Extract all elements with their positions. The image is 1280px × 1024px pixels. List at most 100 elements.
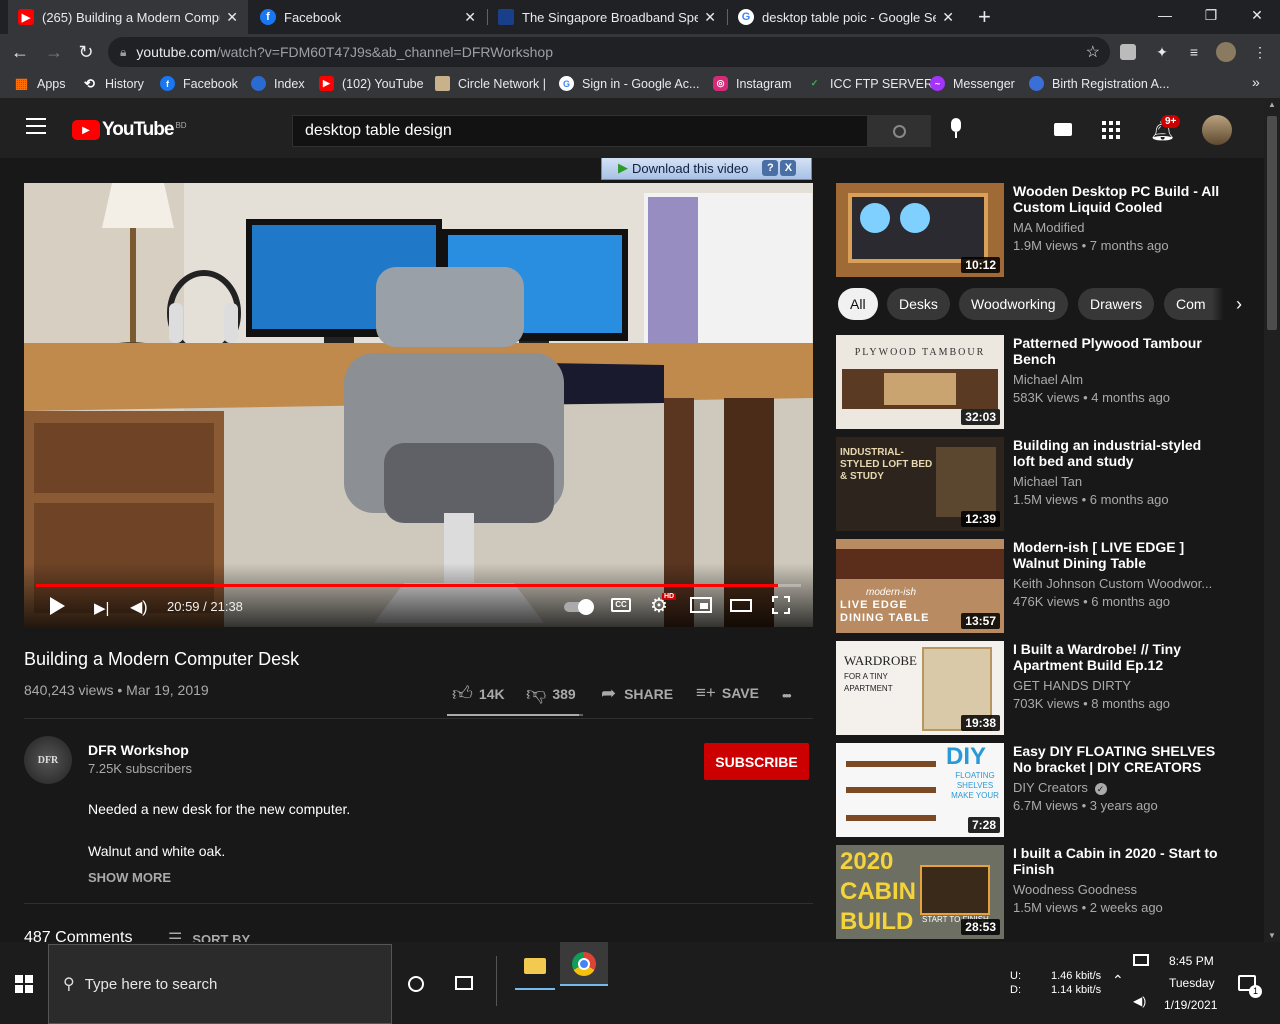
theater-mode-icon[interactable] xyxy=(730,599,752,612)
tab-close-icon[interactable]: ✕ xyxy=(942,9,954,26)
bookmark-instagram[interactable]: ◎ Instagram xyxy=(713,76,792,91)
more-actions-button[interactable]: ••• xyxy=(782,688,792,703)
bookmark-icc-ftp[interactable]: ✓ ICC FTP SERVER xyxy=(807,76,933,91)
network-icon[interactable] xyxy=(1133,954,1149,966)
bookmark-google-signin[interactable]: G Sign in - Google Ac... xyxy=(559,76,699,91)
recommendation-channel[interactable]: Michael Tan xyxy=(1013,474,1082,489)
search-input[interactable]: desktop table design xyxy=(292,115,868,147)
video-thumbnail[interactable]: 2020 CABIN BUILD START TO FINISH 28:53 xyxy=(836,845,1004,939)
bookmark-birth-registration[interactable]: Birth Registration A... xyxy=(1029,76,1169,91)
recommendation-title[interactable]: Building an industrial-styled loft bed a… xyxy=(1013,437,1223,469)
subscribe-button[interactable]: SUBSCRIBE xyxy=(704,743,809,780)
chip-woodworking[interactable]: Woodworking xyxy=(959,288,1068,320)
video-thumbnail[interactable]: 10:12 xyxy=(836,183,1004,277)
tab-google-search[interactable]: G desktop table poic - Google Sear ✕ xyxy=(728,0,964,34)
recommendation-item[interactable]: INDUSTRIAL-STYLED LOFT BED & STUDY 12:39… xyxy=(836,437,1246,533)
recommendation-channel[interactable]: MA Modified xyxy=(1013,220,1085,235)
search-button[interactable] xyxy=(867,115,931,147)
hamburger-menu-icon[interactable] xyxy=(26,118,46,134)
download-help-button[interactable]: ? xyxy=(762,160,779,176)
file-explorer-taskbar-button[interactable] xyxy=(515,946,555,990)
captions-icon[interactable]: CC xyxy=(611,598,631,612)
tab-singapore-broadband[interactable]: The Singapore Broadband Speed ✕ xyxy=(488,0,726,34)
recommendation-item[interactable]: PLYWOOD TAMBOUR 32:03 Patterned Plywood … xyxy=(836,335,1246,431)
video-thumbnail[interactable]: INDUSTRIAL-STYLED LOFT BED & STUDY 12:39 xyxy=(836,437,1004,531)
recommendation-title[interactable]: Wooden Desktop PC Build - All Custom Liq… xyxy=(1013,183,1223,215)
account-avatar[interactable] xyxy=(1202,115,1232,145)
bookmark-facebook[interactable]: f Facebook xyxy=(160,76,238,91)
puzzle-extensions-icon[interactable]: ✦ xyxy=(1152,42,1172,62)
window-close-icon[interactable]: ✕ xyxy=(1234,0,1280,30)
new-tab-button[interactable]: + xyxy=(978,4,991,30)
channel-avatar[interactable]: DFR xyxy=(24,736,72,784)
recommendation-item[interactable]: WARDROBE FOR A TINY APARTMENT 19:38 I Bu… xyxy=(836,641,1246,737)
recommendation-channel[interactable]: Woodness Goodness xyxy=(1013,882,1137,897)
microphone-icon[interactable] xyxy=(948,118,964,140)
sort-comments-button[interactable]: ☰ SORT BY xyxy=(168,929,250,942)
chrome-taskbar-button[interactable] xyxy=(560,942,608,986)
next-video-icon[interactable]: ▶| xyxy=(94,599,109,617)
youtube-logo[interactable]: ▶ YouTube BD xyxy=(72,119,187,141)
bookmark-messenger[interactable]: ~ Messenger xyxy=(930,76,1015,91)
bookmark-index[interactable]: Index xyxy=(251,76,305,91)
windows-start-icon[interactable] xyxy=(15,975,33,993)
task-view-icon[interactable] xyxy=(455,976,473,990)
recommendation-channel[interactable]: GET HANDS DIRTY xyxy=(1013,678,1131,693)
tab-facebook[interactable]: f Facebook ✕ xyxy=(250,0,486,34)
create-video-icon[interactable] xyxy=(1054,123,1072,136)
clock-date[interactable]: 1/19/2021 xyxy=(1164,998,1217,1012)
bookmarks-overflow-button[interactable]: » xyxy=(1252,74,1260,90)
apps-grid-icon[interactable] xyxy=(1102,121,1120,139)
download-video-bar[interactable]: ▶ Download this video ? X xyxy=(601,158,812,180)
clock-day[interactable]: Tuesday xyxy=(1169,976,1215,990)
chips-next-arrow-icon[interactable]: › xyxy=(1212,288,1242,320)
video-player[interactable]: ▶| ◀) 20:59 / 21:38 CC ⚙ HD xyxy=(24,183,813,627)
cortana-icon[interactable] xyxy=(408,976,424,992)
recommendation-title[interactable]: I Built a Wardrobe! // Tiny Apartment Bu… xyxy=(1013,641,1223,673)
recommendation-item[interactable]: DIY FLOATING SHELVES MAKE YOUR 7:28 Easy… xyxy=(836,743,1246,839)
share-button[interactable]: ➦ SHARE xyxy=(601,683,673,704)
volume-icon[interactable]: ◀) xyxy=(130,597,148,617)
tab-close-icon[interactable]: ✕ xyxy=(226,9,238,26)
recommendation-title[interactable]: Patterned Plywood Tambour Bench xyxy=(1013,335,1223,367)
taskbar-search-box[interactable]: ⚲ Type here to search xyxy=(48,944,392,1024)
address-bar[interactable]: 🔒︎ youtube.com/watch?v=FDM60T47J9s&ab_ch… xyxy=(108,37,1110,67)
dislike-button[interactable]: 👎︎ 389 xyxy=(526,682,576,706)
recommendation-item[interactable]: modern-ish LIVE EDGE DINING TABLE 13:57 … xyxy=(836,539,1246,635)
recommendation-title[interactable]: Modern-ish [ LIVE EDGE ] Walnut Dining T… xyxy=(1013,539,1223,571)
profile-avatar-icon[interactable] xyxy=(1216,42,1236,62)
chip-all[interactable]: All xyxy=(838,288,878,320)
recommendation-title[interactable]: I built a Cabin in 2020 - Start to Finis… xyxy=(1013,845,1223,877)
recommendation-channel[interactable]: Keith Johnson Custom Woodwor... xyxy=(1013,576,1212,591)
download-close-button[interactable]: X xyxy=(780,160,797,176)
show-more-button[interactable]: SHOW MORE xyxy=(88,870,171,885)
like-button[interactable]: 👍︎ 14K xyxy=(452,682,505,706)
miniplayer-icon[interactable] xyxy=(690,597,712,613)
bookmark-youtube[interactable]: ▶ (102) YouTube xyxy=(319,76,424,91)
minimize-icon[interactable]: — xyxy=(1142,0,1188,30)
speaker-icon[interactable]: ◀) xyxy=(1133,994,1146,1008)
recommendation-item[interactable]: 2020 CABIN BUILD START TO FINISH 28:53 I… xyxy=(836,845,1246,941)
media-control-icon[interactable]: ≡ xyxy=(1184,42,1204,62)
back-arrow-icon[interactable]: ← xyxy=(6,38,34,66)
recommendation-channel[interactable]: Michael Alm xyxy=(1013,372,1083,387)
chip-desks[interactable]: Desks xyxy=(887,288,950,320)
recommendation-channel[interactable]: DIY Creators ✓ xyxy=(1013,780,1107,795)
autoplay-toggle[interactable] xyxy=(564,599,594,615)
tab-close-icon[interactable]: ✕ xyxy=(464,9,476,26)
video-thumbnail[interactable]: WARDROBE FOR A TINY APARTMENT 19:38 xyxy=(836,641,1004,735)
tab-youtube[interactable]: ▶ (265) Building a Modern Comput ✕ xyxy=(8,0,248,34)
video-thumbnail[interactable]: PLYWOOD TAMBOUR 32:03 xyxy=(836,335,1004,429)
play-button-icon[interactable] xyxy=(50,597,65,615)
extension-icon[interactable] xyxy=(1120,44,1136,60)
channel-name[interactable]: DFR Workshop xyxy=(88,742,189,758)
show-hidden-icons-chevron-icon[interactable]: ⌃ xyxy=(1112,972,1124,989)
video-thumbnail[interactable]: DIY FLOATING SHELVES MAKE YOUR 7:28 xyxy=(836,743,1004,837)
reload-icon[interactable]: ↻ xyxy=(72,38,100,66)
progress-track[interactable] xyxy=(36,584,801,587)
fullscreen-icon[interactable] xyxy=(772,596,790,614)
bookmark-star-icon[interactable]: ☆ xyxy=(1086,42,1100,62)
recommendation-item[interactable]: 10:12 Wooden Desktop PC Build - All Cust… xyxy=(836,183,1246,279)
menu-kebab-icon[interactable]: ⋮ xyxy=(1250,42,1270,62)
save-button[interactable]: ≡+ SAVE xyxy=(696,683,759,703)
